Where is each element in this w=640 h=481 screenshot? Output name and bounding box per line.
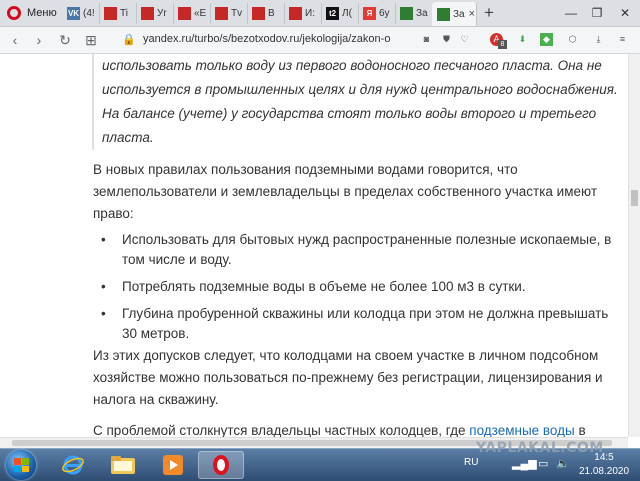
reload-icon[interactable]: ↻ [56, 30, 74, 50]
tab-favicon-icon [104, 7, 117, 20]
language-indicator[interactable]: RU [464, 457, 478, 468]
scrollbar-thumb[interactable] [631, 190, 638, 206]
close-window-icon[interactable]: ✕ [612, 0, 638, 26]
paragraph-3-start: С проблемой столкнутся владельцы частных… [93, 423, 470, 437]
tab-label: За [416, 8, 428, 19]
tab-favicon-icon [178, 7, 191, 20]
tab-label: (4! [83, 8, 95, 19]
tab-favicon-icon [215, 7, 228, 20]
tab-label: И: [305, 8, 315, 19]
clock-date: 21.08.2020 [578, 466, 630, 477]
ie-icon[interactable] [50, 451, 96, 479]
windows-logo-icon [14, 458, 29, 472]
easy-setup-icon[interactable]: ≡ [616, 33, 629, 46]
battery-icon[interactable]: ▭ [538, 457, 548, 470]
list-item: Глубина пробуренной скважины или колодца… [93, 304, 613, 344]
browser-tab[interactable]: t2 Л( [321, 3, 359, 24]
media-player-icon[interactable] [150, 451, 196, 479]
forward-icon[interactable]: › [30, 30, 48, 50]
list-item: Использовать для бытовых нужд распростра… [93, 230, 613, 270]
tab-favicon-icon: VK [67, 7, 80, 20]
article-paragraph-1: В новых правилах пользования подземными … [93, 162, 598, 221]
page-content: использовать только воду из первого водо… [0, 54, 628, 437]
browser-tab[interactable]: VK (4! [62, 3, 100, 24]
groundwater-link[interactable]: подземные воды [469, 423, 574, 437]
back-icon[interactable]: ‹ [6, 30, 24, 50]
signal-icon[interactable]: ▂▄▆ [512, 457, 537, 470]
minimize-icon[interactable]: — [558, 0, 584, 26]
url-field[interactable]: yandex.ru/turbo/s/bezotxodov.ru/jekologi… [143, 33, 390, 45]
download-icon[interactable]: ⤓ [592, 33, 605, 46]
bookmark-heart-icon[interactable]: ♡ [458, 33, 471, 46]
tab-label: За [453, 8, 465, 20]
watermark-text: YAPLAKAL.COM [476, 440, 604, 456]
browser-tab[interactable]: Уr [136, 3, 174, 24]
browser-tab[interactable]: За × [432, 2, 477, 26]
tab-favicon-icon: Я [363, 7, 376, 20]
tab-label: Tv [231, 8, 243, 19]
green-ext-icon[interactable]: ◆ [540, 33, 553, 46]
camera-icon[interactable]: ◙ [420, 33, 433, 46]
tab-favicon-icon [141, 7, 154, 20]
tab-favicon-icon [437, 7, 450, 21]
vertical-scrollbar[interactable] [628, 54, 640, 437]
adblock-count: 8 [498, 40, 507, 49]
shield-icon[interactable]: ⛊ [440, 33, 453, 46]
explorer-icon[interactable] [100, 451, 146, 479]
tab-favicon-icon [252, 7, 265, 20]
article-paragraph-2: Из этих допусков следует, что колодцами … [93, 348, 603, 407]
browser-tab[interactable]: B [247, 3, 285, 24]
menu-label: Меню [27, 7, 57, 19]
start-button[interactable] [6, 450, 36, 480]
browser-tab[interactable]: «E [173, 3, 211, 24]
tab-label: B [268, 8, 275, 19]
new-tab-button[interactable]: + [480, 2, 498, 24]
lock-icon[interactable]: 🔒 [120, 30, 138, 50]
opera-taskbar-icon[interactable] [198, 451, 244, 479]
download-ext-icon[interactable]: ⬇ [516, 33, 529, 46]
article-paragraph-3: С проблемой столкнутся владельцы частных… [93, 420, 613, 437]
address-bar: ‹ › ↻ ⊞ 🔒 yandex.ru/turbo/s/bezotxodov.r… [0, 27, 640, 54]
browser-tab[interactable]: Я 6y [358, 3, 396, 24]
browser-tab[interactable]: Tv [210, 3, 248, 24]
volume-icon[interactable]: 🔈 [556, 457, 570, 470]
tab-favicon-icon [289, 7, 302, 20]
tab-label: 6y [379, 8, 390, 19]
maximize-icon[interactable]: ❐ [584, 0, 610, 26]
tab-close-icon[interactable]: × [469, 8, 475, 20]
tab-label: Ti [120, 8, 128, 19]
rights-list: Использовать для бытовых нужд распростра… [93, 230, 613, 351]
browser-tab[interactable]: И: [284, 3, 322, 24]
tab-label: Л( [342, 8, 352, 19]
speed-dial-icon[interactable]: ⊞ [82, 30, 100, 50]
tab-favicon-icon: t2 [326, 7, 339, 20]
tab-label: Уr [157, 8, 167, 19]
tab-label: «E [194, 8, 207, 19]
browser-tab[interactable]: За [395, 3, 433, 24]
opera-menu-button[interactable]: Меню [0, 0, 62, 26]
tab-strip: Меню VK (4! Ti Уr «E Tv B И: t2 Л(Я 6y За За × + — ❐ … [0, 0, 640, 27]
cube-icon[interactable]: ⬡ [566, 33, 579, 46]
article-quote: использовать только воду из первого водо… [92, 54, 622, 150]
list-item: Потреблять подземные воды в объеме не бо… [93, 277, 613, 297]
browser-tab[interactable]: Ti [99, 3, 137, 24]
tab-favicon-icon [400, 7, 413, 20]
opera-logo-icon [7, 6, 21, 20]
paragraph-3-end: в [574, 423, 586, 437]
